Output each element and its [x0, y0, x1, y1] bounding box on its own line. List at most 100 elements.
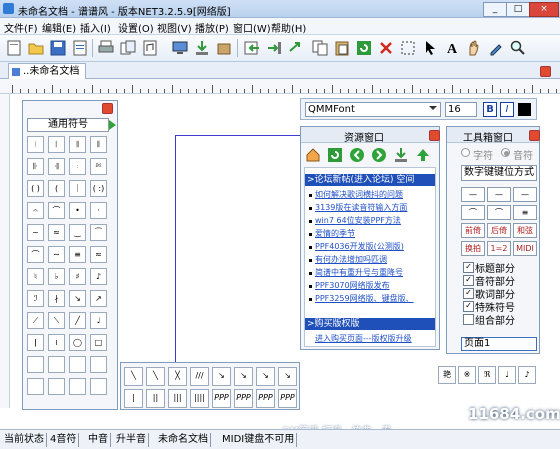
symbol-cell[interactable]: 𝄐 [27, 202, 44, 219]
midi-button[interactable]: MIDI [513, 241, 537, 256]
symbol-cell[interactable]: ♩ [90, 312, 107, 329]
symbol-cell[interactable]: ⟍ [48, 312, 65, 329]
export-right-icon[interactable] [287, 39, 305, 57]
symbol-cell[interactable]: 𝄉 [90, 158, 107, 175]
symbol-cell[interactable]: ≈ [90, 246, 107, 263]
symbol-cell[interactable]: 𝄈 [69, 158, 86, 175]
right-symbol-cell[interactable]: ♩ [498, 366, 516, 384]
pointer-icon[interactable] [421, 39, 439, 57]
part-checkbox[interactable]: ✓ [463, 262, 474, 273]
line-button[interactable]: ⌒ [461, 205, 485, 220]
symbol-cell[interactable]: ↘ [69, 290, 86, 307]
change-beat-button[interactable]: 换拍 [461, 241, 485, 256]
right-symbol-cell[interactable]: ℜ [478, 366, 496, 384]
empty-symbol-cell[interactable] [90, 378, 107, 395]
select-rect-icon[interactable] [399, 39, 417, 57]
symbol-category-dropdown[interactable]: 通用符号 [27, 118, 109, 132]
part-checkbox[interactable]: ✓ [463, 275, 474, 286]
bottom-symbol-cell[interactable]: ╲ [146, 367, 165, 386]
symbol-cell[interactable]: ◯ [69, 334, 86, 351]
symbol-cell[interactable]: 𝄇 [48, 158, 65, 175]
forward-icon[interactable] [371, 147, 387, 163]
bottom-symbol-cell[interactable]: ╳ [168, 367, 187, 386]
close-document-icon[interactable] [540, 66, 551, 77]
menu-window[interactable]: 窗口(W) [233, 20, 271, 35]
home-icon[interactable] [305, 147, 321, 163]
menu-insert[interactable]: 插入(I) [80, 20, 111, 35]
copy-doc-icon[interactable] [119, 39, 137, 57]
forum-link[interactable]: PPF3259网络版、键盘版、 [315, 293, 414, 304]
symbol-cell[interactable]: 𝄀 [27, 136, 44, 153]
forum-header[interactable]: >论坛新帖(进入论坛) 空间 [305, 174, 435, 186]
part-checkbox[interactable]: ✓ [463, 301, 474, 312]
refresh-icon[interactable] [327, 147, 343, 163]
key-button[interactable]: 1=2 [487, 241, 511, 256]
buy-link[interactable]: 进入购买页面---版权版升级 [315, 333, 412, 344]
symbol-cell[interactable]: ⟋ [27, 312, 44, 329]
monitor-icon[interactable] [171, 39, 189, 57]
menu-file[interactable]: 文件(F) [4, 20, 38, 35]
print-icon[interactable] [97, 39, 115, 57]
toolbox-close-icon[interactable] [529, 130, 540, 141]
grace-before-button[interactable]: 前倚 [461, 223, 485, 238]
symbol-cell[interactable]: ≈ [48, 224, 65, 241]
menu-play[interactable]: 播放(P) [195, 20, 229, 35]
symbol-cell[interactable]: ( :) [90, 180, 107, 197]
dropdown-arrow-icon[interactable] [109, 120, 116, 130]
symbol-cell[interactable]: ( ) [27, 180, 44, 197]
symbol-cell[interactable]: · [90, 202, 107, 219]
bottom-symbol-cell[interactable]: | [124, 389, 143, 408]
line-button[interactable]: — [487, 187, 511, 202]
forum-link[interactable]: 简谱中有重升号与重降号 [315, 267, 403, 278]
chord-button[interactable]: 和弦 [513, 223, 537, 238]
symbol-panel-close-icon[interactable] [102, 103, 113, 114]
minimize-button[interactable]: _ [483, 2, 507, 17]
close-button[interactable]: × [529, 2, 559, 17]
forum-link[interactable]: win7 64位安装PPF方法 [315, 215, 401, 226]
forum-link[interactable]: 有何办法增加吗匹调 [315, 254, 387, 265]
line-button[interactable]: — [513, 187, 537, 202]
empty-symbol-cell[interactable] [48, 378, 65, 395]
hand-icon[interactable] [465, 39, 483, 57]
download-icon[interactable] [193, 39, 211, 57]
notes-icon[interactable] [141, 39, 159, 57]
bottom-symbol-cell[interactable]: |||| [190, 389, 209, 408]
menu-view[interactable]: 视图(V) [157, 20, 192, 35]
symbol-cell[interactable]: ℐ [27, 290, 44, 307]
symbol-cell[interactable]: ‿ [69, 224, 86, 241]
menu-settings[interactable]: 设置(O) [118, 20, 154, 35]
symbol-cell[interactable]: ⁀ [90, 224, 107, 241]
save-icon[interactable] [49, 39, 67, 57]
symbol-cell[interactable]: ⌒ [27, 246, 44, 263]
symbol-cell[interactable]: 𝄂 [69, 136, 86, 153]
tab-document[interactable]: ..未命名文档 [8, 63, 87, 80]
delete-icon[interactable] [377, 39, 395, 57]
open-folder-icon[interactable] [27, 39, 45, 57]
radio-char[interactable] [461, 148, 470, 157]
bottom-symbol-cell[interactable]: ↘ [234, 367, 253, 386]
forum-link[interactable]: 爱情的季节 [315, 228, 355, 239]
key-mode-select[interactable]: 数字键键位方式 [461, 165, 537, 181]
line-button[interactable]: ⌒ [487, 205, 511, 220]
symbol-cell[interactable]: ｜ [69, 180, 86, 197]
menu-edit[interactable]: 编辑(E) [42, 20, 76, 35]
bottom-symbol-cell[interactable]: /// [190, 367, 209, 386]
font-dropdown-arrow-icon[interactable] [429, 106, 437, 110]
page-selector[interactable]: 页面1 [461, 337, 537, 351]
symbol-cell[interactable]: ≀ [48, 334, 65, 351]
back-icon[interactable] [349, 147, 365, 163]
symbol-cell[interactable]: 𝄆 [27, 158, 44, 175]
empty-symbol-cell[interactable] [69, 378, 86, 395]
empty-symbol-cell[interactable] [69, 356, 86, 373]
download-icon[interactable] [393, 147, 409, 163]
forum-link[interactable]: PPF3070网络版发布 [315, 280, 390, 291]
symbol-cell[interactable]: ∼ [48, 246, 65, 263]
symbol-cell[interactable]: ♮ [27, 268, 44, 285]
new-file-icon[interactable] [5, 39, 23, 57]
paste-icon[interactable] [333, 39, 351, 57]
bottom-symbol-cell[interactable]: PPP [256, 389, 275, 408]
symbol-cell[interactable]: 𝄃 [90, 136, 107, 153]
copy-icon[interactable] [311, 39, 329, 57]
bottom-symbol-cell[interactable]: ||| [168, 389, 187, 408]
empty-symbol-cell[interactable] [48, 356, 65, 373]
